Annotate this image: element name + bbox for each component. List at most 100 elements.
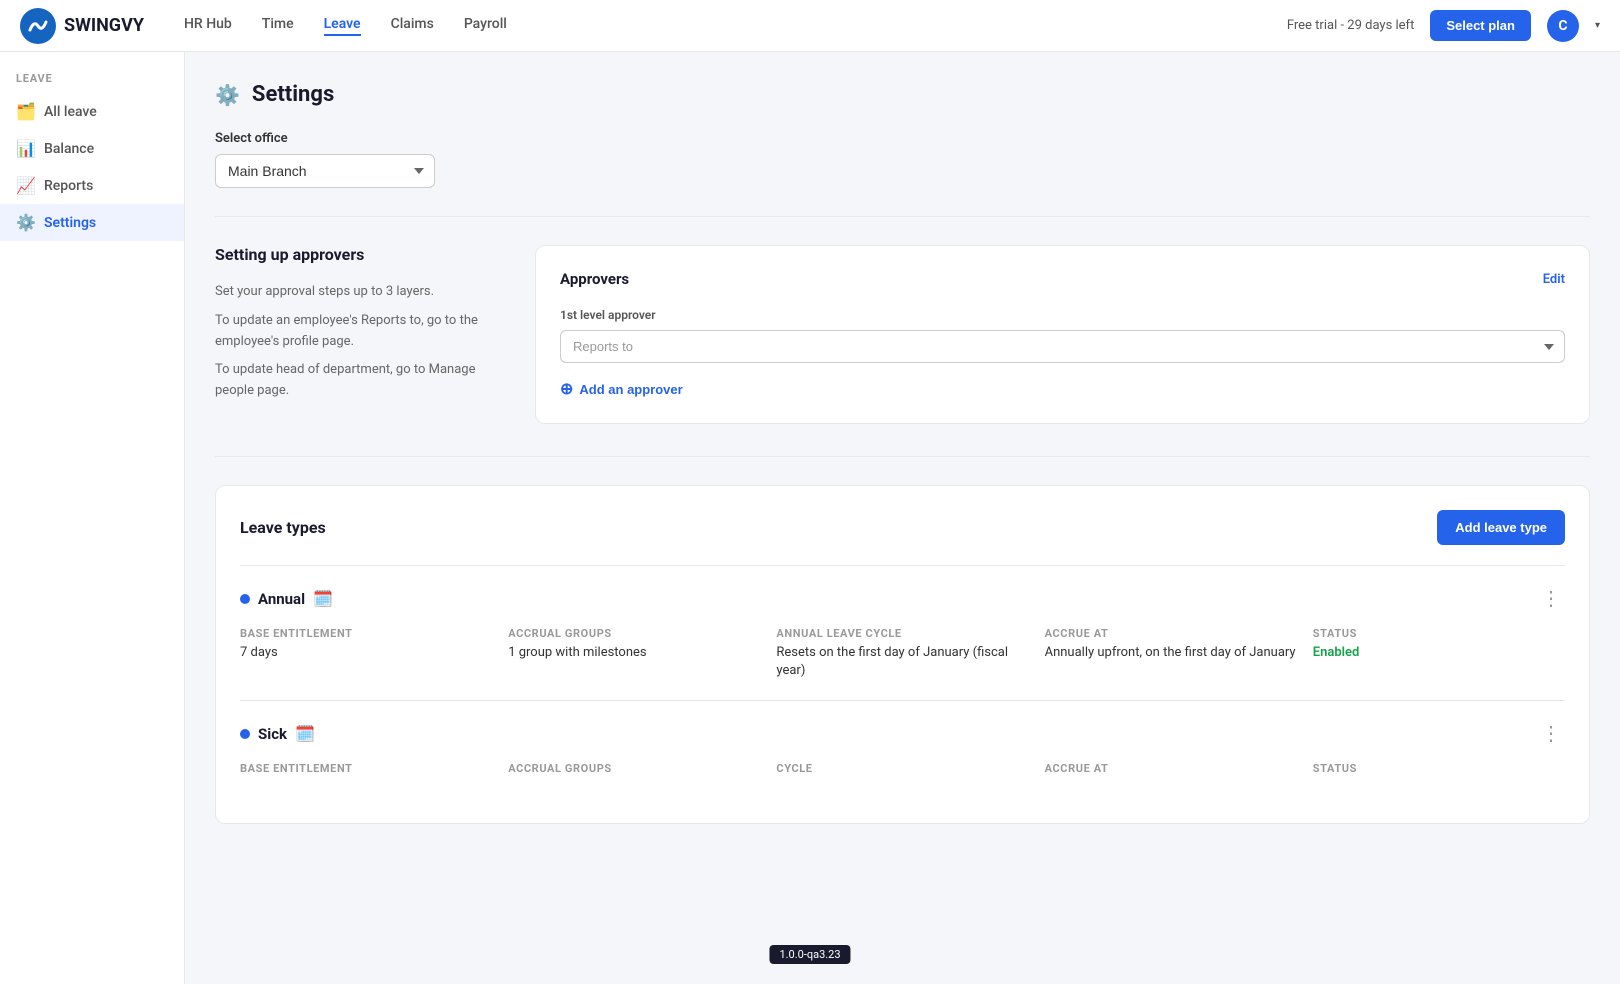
topnav: SWINGVY HR Hub Time Leave Claims Payroll… <box>0 0 1620 52</box>
approvers-left: Setting up approvers Set your approval s… <box>215 245 495 424</box>
logo-icon <box>20 8 56 44</box>
sidebar-item-reports[interactable]: 📈 Reports <box>0 167 184 204</box>
leave-types-section: Leave types Add leave type Annual 🗓️ ⋮ B… <box>215 485 1590 824</box>
balance-icon: 📊 <box>16 139 34 158</box>
annual-details: BASE ENTITLEMENT 7 days ACCRUAL GROUPS 1… <box>240 627 1565 680</box>
nav-hr-hub[interactable]: HR Hub <box>184 16 232 36</box>
approvers-section: Setting up approvers Set your approval s… <box>215 245 1590 424</box>
sick-accrual-groups: ACCRUAL GROUPS <box>508 762 760 779</box>
annual-accrue-value: Annually upfront, on the first day of Ja… <box>1045 644 1297 662</box>
sick-dot <box>240 729 250 739</box>
leave-types-header: Leave types Add leave type <box>240 510 1565 545</box>
leave-type-annual: Annual 🗓️ ⋮ BASE ENTITLEMENT 7 days ACCR… <box>240 565 1565 700</box>
sick-more-button[interactable]: ⋮ <box>1537 721 1565 746</box>
leave-type-sick-name: Sick 🗓️ <box>240 724 315 743</box>
nav-claims[interactable]: Claims <box>391 16 434 36</box>
add-leave-type-button[interactable]: Add leave type <box>1437 510 1565 545</box>
approvers-card-title: Approvers <box>560 270 629 288</box>
sidebar-item-label: All leave <box>44 104 97 120</box>
sidebar: LEAVE 🗂️ All leave 📊 Balance 📈 Reports ⚙… <box>0 52 185 984</box>
sidebar-section-label: LEAVE <box>0 72 184 85</box>
sick-base-entitlement: BASE ENTITLEMENT <box>240 762 492 779</box>
select-office-label: Select office <box>215 131 1590 146</box>
sick-emoji: 🗓️ <box>295 724 315 743</box>
chevron-down-icon[interactable]: ▾ <box>1595 20 1600 31</box>
layout: LEAVE 🗂️ All leave 📊 Balance 📈 Reports ⚙… <box>0 52 1620 984</box>
trial-text: Free trial - 29 days left <box>1287 18 1414 33</box>
annual-cycle-label: ANNUAL LEAVE CYCLE <box>776 627 1028 640</box>
sidebar-item-label: Settings <box>44 215 96 231</box>
annual-accrual-value: 1 group with milestones <box>508 644 760 662</box>
approver-select-wrap: Reports to <box>560 330 1565 363</box>
sidebar-item-label: Reports <box>44 178 93 194</box>
version-badge: 1.0.0-qa3.23 <box>769 945 850 964</box>
page-header: ⚙️ Settings <box>215 82 1590 107</box>
leave-type-annual-header: Annual 🗓️ ⋮ <box>240 586 1565 611</box>
sick-status: STATUS <box>1313 762 1565 779</box>
approvers-title: Setting up approvers <box>215 245 495 264</box>
page-title: Settings <box>252 82 334 107</box>
leave-type-sick-header: Sick 🗓️ ⋮ <box>240 721 1565 746</box>
page-gear-icon: ⚙️ <box>215 83 240 107</box>
annual-accrue-at: ACCRUE AT Annually upfront, on the first… <box>1045 627 1297 680</box>
logo-text: SWINGVY <box>64 15 144 36</box>
settings-icon: ⚙️ <box>16 213 34 232</box>
annual-more-button[interactable]: ⋮ <box>1537 586 1565 611</box>
sick-cycle-label: CYCLE <box>776 762 1028 775</box>
select-office-section: Select office Main Branch <box>215 131 1590 188</box>
annual-cycle: ANNUAL LEAVE CYCLE Resets on the first d… <box>776 627 1028 680</box>
sidebar-item-all-leave[interactable]: 🗂️ All leave <box>0 93 184 130</box>
nav-time[interactable]: Time <box>262 16 294 36</box>
leave-type-annual-name: Annual 🗓️ <box>240 589 333 608</box>
approver-level-label: 1st level approver <box>560 308 1565 322</box>
annual-cycle-value: Resets on the first day of January (fisc… <box>776 644 1028 680</box>
annual-status: STATUS Enabled <box>1313 627 1565 680</box>
reports-icon: 📈 <box>16 176 34 195</box>
nav-leave[interactable]: Leave <box>324 16 361 36</box>
annual-status-value: Enabled <box>1313 644 1565 662</box>
plus-circle-icon: ⊕ <box>560 379 573 399</box>
main-content: ⚙️ Settings Select office Main Branch Se… <box>185 52 1620 984</box>
annual-accrual-groups: ACCRUAL GROUPS 1 group with milestones <box>508 627 760 680</box>
annual-emoji: 🗓️ <box>313 589 333 608</box>
annual-dot <box>240 594 250 604</box>
leave-type-sick: Sick 🗓️ ⋮ BASE ENTITLEMENT ACCRUAL GROUP… <box>240 700 1565 799</box>
sick-details: BASE ENTITLEMENT ACCRUAL GROUPS CYCLE AC… <box>240 762 1565 779</box>
avatar[interactable]: C <box>1547 10 1579 42</box>
approver-select[interactable]: Reports to <box>560 330 1565 363</box>
approvers-desc-1: Set your approval steps up to 3 layers. <box>215 282 495 303</box>
sick-cycle: CYCLE <box>776 762 1028 779</box>
sick-accrue-label: ACCRUE AT <box>1045 762 1297 775</box>
approvers-card: Approvers Edit 1st level approver Report… <box>535 245 1590 424</box>
sick-status-label: STATUS <box>1313 762 1565 775</box>
annual-accrue-label: ACCRUE AT <box>1045 627 1297 640</box>
office-select[interactable]: Main Branch <box>215 154 435 188</box>
annual-accrual-label: ACCRUAL GROUPS <box>508 627 760 640</box>
logo[interactable]: SWINGVY <box>20 8 144 44</box>
sidebar-item-balance[interactable]: 📊 Balance <box>0 130 184 167</box>
add-approver-button[interactable]: ⊕ Add an approver <box>560 379 683 399</box>
select-plan-button[interactable]: Select plan <box>1430 10 1531 41</box>
approvers-desc-3: To update head of department, go to Mana… <box>215 360 495 402</box>
annual-base-value: 7 days <box>240 644 492 662</box>
sidebar-item-settings[interactable]: ⚙️ Settings <box>0 204 184 241</box>
sick-base-label: BASE ENTITLEMENT <box>240 762 492 775</box>
sick-name-text: Sick <box>258 725 287 743</box>
annual-base-label: BASE ENTITLEMENT <box>240 627 492 640</box>
sick-accrue-at: ACCRUE AT <box>1045 762 1297 779</box>
edit-approvers-button[interactable]: Edit <box>1543 272 1565 287</box>
nav-right: Free trial - 29 days left Select plan C … <box>1287 10 1600 42</box>
approvers-card-header: Approvers Edit <box>560 270 1565 288</box>
sidebar-item-label: Balance <box>44 141 94 157</box>
divider-2 <box>215 456 1590 457</box>
approvers-desc-2: To update an employee's Reports to, go t… <box>215 311 495 353</box>
sick-accrual-label: ACCRUAL GROUPS <box>508 762 760 775</box>
annual-status-label: STATUS <box>1313 627 1565 640</box>
annual-name-text: Annual <box>258 590 305 608</box>
divider-1 <box>215 216 1590 217</box>
all-leave-icon: 🗂️ <box>16 102 34 121</box>
annual-base-entitlement: BASE ENTITLEMENT 7 days <box>240 627 492 680</box>
leave-types-title: Leave types <box>240 518 326 537</box>
nav-links: HR Hub Time Leave Claims Payroll <box>184 16 1287 36</box>
nav-payroll[interactable]: Payroll <box>464 16 507 36</box>
